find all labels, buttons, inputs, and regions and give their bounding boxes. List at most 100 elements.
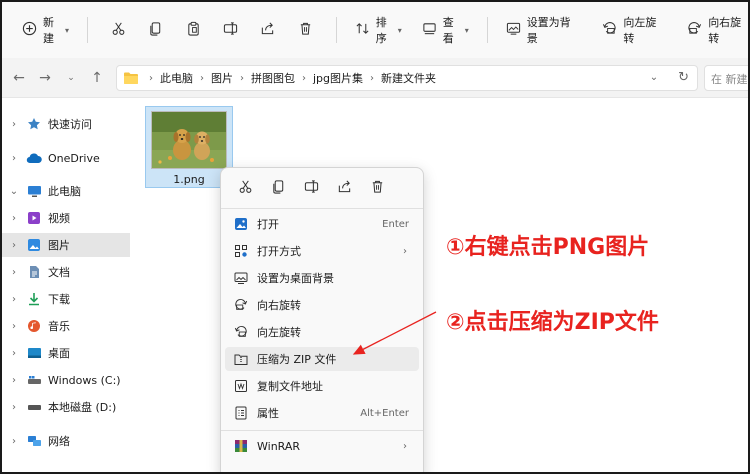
breadcrumb-chevron-icon: › (370, 72, 375, 84)
new-button[interactable]: 新建 ▾ (16, 15, 75, 45)
rename-action[interactable] (295, 174, 328, 202)
chevron-right-icon[interactable]: › (2, 436, 26, 447)
copy-button[interactable] (137, 15, 174, 45)
menu-item-rotate-left[interactable]: 向左旋转 (225, 320, 419, 344)
address-bar[interactable]: › 此电脑 › 图片 › 拼图图包 › jpg图片集 › 新建文件夹 ⌄ ↻ (116, 65, 698, 91)
menu-item-set-desktop-background[interactable]: 设置为桌面背景 (225, 266, 419, 290)
share-action[interactable] (328, 174, 361, 202)
context-menu-quick-actions (229, 174, 394, 202)
menu-item-open[interactable]: 打开 Enter (225, 212, 419, 236)
sidebar-item-quick-access[interactable]: › 快速访问 (2, 112, 130, 136)
forward-arrow-icon[interactable]: → (32, 70, 58, 86)
sidebar-item-onedrive[interactable]: › OneDrive (2, 146, 130, 170)
view-icon (422, 21, 437, 39)
rename-button[interactable] (212, 15, 249, 45)
paste-button[interactable] (175, 15, 212, 45)
trash-icon (298, 21, 313, 39)
folder-icon (123, 71, 139, 85)
set-background-button[interactable]: 设置为背景 (500, 15, 581, 45)
disk-drive-icon (26, 399, 42, 415)
menu-divider (221, 430, 423, 431)
menu-item-label: 压缩为 ZIP 文件 (257, 353, 337, 366)
sidebar-item-drive-c[interactable]: › Windows (C:) (2, 368, 130, 392)
sidebar-item-downloads[interactable]: › 下载 (2, 287, 130, 311)
delete-action[interactable] (361, 174, 394, 202)
sidebar-item-music[interactable]: › 音乐 (2, 314, 130, 338)
chevron-right-icon[interactable]: › (2, 240, 26, 251)
rotate-right-icon (687, 21, 702, 39)
sidebar-item-documents[interactable]: › 文档 (2, 260, 130, 284)
toolbar-divider (335, 17, 337, 43)
cut-action[interactable] (229, 174, 262, 202)
video-icon (26, 210, 42, 226)
desktop-icon (26, 345, 42, 361)
chevron-right-icon[interactable]: › (2, 348, 26, 359)
rotate-right-button[interactable]: 向右旋转 (681, 15, 748, 45)
sidebar-item-desktop[interactable]: › 桌面 (2, 341, 130, 365)
breadcrumb-item[interactable]: 图片 (211, 70, 233, 86)
sort-button[interactable]: 排序 ▾ (349, 15, 408, 45)
annotation-step-1: ①右键点击PNG图片 (446, 235, 650, 260)
chevron-right-icon: › (403, 440, 407, 452)
menu-item-label: 打开 (257, 218, 279, 231)
menu-divider (221, 208, 423, 209)
cloud-icon (26, 150, 42, 166)
menu-item-compress-zip[interactable]: 压缩为 ZIP 文件 (225, 347, 419, 371)
view-button[interactable]: 查看 ▾ (416, 15, 475, 45)
menu-item-open-with[interactable]: 打开方式 › (225, 239, 419, 263)
back-arrow-icon[interactable]: ← (6, 70, 32, 86)
scissors-icon (111, 21, 126, 39)
chevron-right-icon[interactable]: › (2, 321, 26, 332)
sidebar-item-pictures[interactable]: › 图片 (2, 233, 130, 257)
image-thumbnail (151, 111, 227, 169)
copy-icon (271, 179, 286, 197)
menu-item-label: 向右旋转 (257, 299, 301, 312)
sidebar-item-videos[interactable]: › 视频 (2, 206, 130, 230)
menu-item-rotate-right[interactable]: 向右旋转 (225, 293, 419, 317)
delete-button[interactable] (287, 15, 324, 45)
menu-item-label: 复制文件地址 (257, 380, 323, 393)
rename-icon (304, 179, 319, 197)
up-arrow-icon[interactable]: ↑ (84, 70, 110, 86)
chevron-right-icon[interactable]: › (2, 294, 26, 305)
copy-action[interactable] (262, 174, 295, 202)
breadcrumb-item[interactable]: 新建文件夹 (381, 70, 436, 86)
chevron-right-icon[interactable]: › (2, 119, 26, 130)
rotate-left-button[interactable]: 向左旋转 (596, 15, 667, 45)
breadcrumb-item[interactable]: 拼图图包 (251, 70, 295, 86)
menu-item-shortcut: Enter (382, 218, 409, 230)
search-input[interactable]: 在 新建 (704, 65, 748, 91)
rotate-left-icon (233, 324, 249, 340)
breadcrumb-item[interactable]: jpg图片集 (313, 70, 363, 86)
scissors-icon (238, 179, 253, 197)
menu-item-shortcut: Alt+Enter (360, 407, 409, 419)
sidebar-item-label: 下载 (48, 293, 70, 306)
history-dropdown-icon[interactable]: ⌄ (650, 72, 658, 83)
chevron-right-icon[interactable]: › (2, 267, 26, 278)
chevron-right-icon[interactable]: › (2, 375, 26, 386)
cut-button[interactable] (100, 15, 137, 45)
sidebar-item-drive-d[interactable]: › 本地磁盘 (D:) (2, 395, 130, 419)
music-icon (26, 318, 42, 334)
sidebar-item-label: 此电脑 (48, 185, 81, 198)
menu-item-winrar[interactable]: WinRAR › (225, 434, 419, 458)
sidebar-item-label: Windows (C:) (48, 373, 121, 387)
document-icon (26, 264, 42, 280)
chevron-down-icon[interactable]: ⌄ (2, 186, 26, 197)
sidebar-item-this-pc[interactable]: ⌄ 此电脑 (2, 179, 130, 203)
wallpaper-icon (233, 270, 249, 286)
download-icon (26, 291, 42, 307)
chevron-right-icon[interactable]: › (2, 402, 26, 413)
sidebar-item-network[interactable]: › 网络 (2, 429, 130, 453)
menu-item-copy-path[interactable]: 复制文件地址 (225, 374, 419, 398)
refresh-icon[interactable]: ↻ (678, 70, 689, 85)
chevron-down-icon: ▾ (397, 25, 402, 35)
breadcrumb-item[interactable]: 此电脑 (160, 70, 193, 86)
menu-item-properties[interactable]: 属性 Alt+Enter (225, 401, 419, 425)
zip-folder-icon (233, 351, 249, 367)
share-button[interactable] (249, 15, 286, 45)
chevron-right-icon[interactable]: › (2, 213, 26, 224)
recent-chevron-icon[interactable]: ⌄ (58, 73, 84, 83)
chevron-right-icon[interactable]: › (2, 153, 26, 164)
apps-icon (233, 243, 249, 259)
